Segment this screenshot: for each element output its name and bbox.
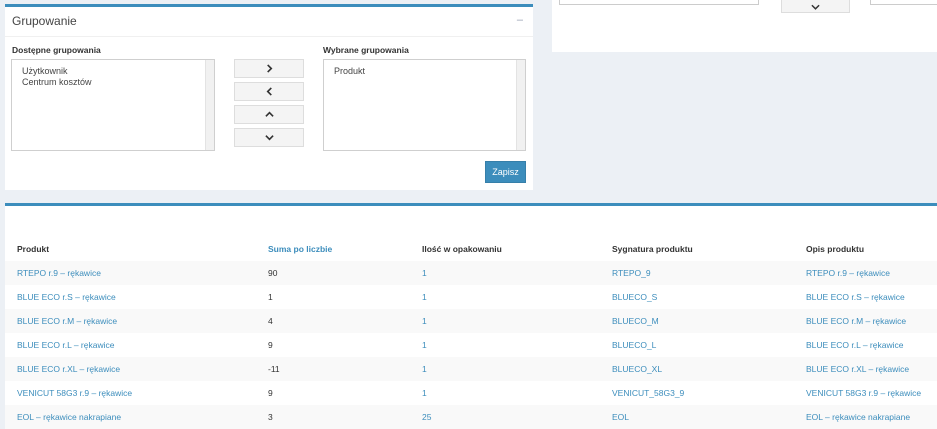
table-row: BLUE ECO r.XL – rękawice -11 1 BLUECO_XL… xyxy=(5,357,937,381)
available-groupings-label: Dostępne grupowania xyxy=(12,45,101,55)
results-table-panel: Produkt Suma po liczbie Ilość w opakowan… xyxy=(5,203,937,429)
sum-value: 4 xyxy=(268,316,273,326)
signature-link[interactable]: BLUECO_M xyxy=(612,316,659,326)
chevron-up-icon xyxy=(264,111,274,117)
column-header-sum[interactable]: Suma po liczbie xyxy=(268,244,332,254)
available-option-cost-center[interactable]: Centrum kosztów xyxy=(22,77,92,87)
description-link[interactable]: EOL – rękawice nakrapiane xyxy=(806,412,910,422)
filter-panel-partial xyxy=(552,0,937,52)
package-qty-link[interactable]: 1 xyxy=(422,316,427,326)
signature-link[interactable]: VENICUT_58G3_9 xyxy=(612,388,684,398)
grouping-title: Grupowanie xyxy=(12,14,77,28)
selected-option-product[interactable]: Produkt xyxy=(334,66,365,76)
sum-value: 1 xyxy=(268,292,273,302)
move-right-button[interactable] xyxy=(234,59,304,78)
product-link[interactable]: BLUE ECO r.L – rękawice xyxy=(17,340,114,350)
selected-groupings-label: Wybrane grupowania xyxy=(323,45,409,55)
column-header-package-qty: Ilość w opakowaniu xyxy=(422,244,502,254)
signature-link[interactable]: BLUECO_S xyxy=(612,292,657,302)
selected-groupings-list[interactable]: Produkt xyxy=(323,59,526,151)
table-row: BLUE ECO r.M – rękawice 4 1 BLUECO_M BLU… xyxy=(5,309,937,333)
available-option-user[interactable]: Użytkownik xyxy=(22,66,68,76)
package-qty-link[interactable]: 25 xyxy=(422,412,431,422)
table-row: BLUE ECO r.S – rękawice 1 1 BLUECO_S BLU… xyxy=(5,285,937,309)
selected-list-scrollbar[interactable] xyxy=(516,60,525,150)
chevron-right-icon xyxy=(266,64,272,73)
description-link[interactable]: VENICUT 58G3 r.9 – rękawice xyxy=(806,388,921,398)
move-down-button[interactable] xyxy=(234,128,304,147)
move-left-button[interactable] xyxy=(234,82,304,101)
filter-select-partial[interactable] xyxy=(559,0,759,5)
description-link[interactable]: BLUE ECO r.M – rękawice xyxy=(806,316,906,326)
product-link[interactable]: BLUE ECO r.S – rękawice xyxy=(17,292,116,302)
sum-value: 90 xyxy=(268,268,278,278)
sum-value: 9 xyxy=(268,388,273,398)
product-link[interactable]: BLUE ECO r.XL – rękawice xyxy=(17,364,120,374)
product-link[interactable]: EOL – rękawice nakrapiane xyxy=(17,412,121,422)
table-row: BLUE ECO r.L – rękawice 9 1 BLUECO_L BLU… xyxy=(5,333,937,357)
sum-value: 3 xyxy=(268,412,273,422)
table-row: VENICUT 58G3 r.9 – rękawice 9 1 VENICUT_… xyxy=(5,381,937,405)
package-qty-link[interactable]: 1 xyxy=(422,292,427,302)
signature-link[interactable]: BLUECO_XL xyxy=(612,364,662,374)
signature-link[interactable]: RTEPO_9 xyxy=(612,268,651,278)
description-link[interactable]: RTEPO r.9 – rękawice xyxy=(806,268,890,278)
column-header-signature: Sygnatura produktu xyxy=(612,244,693,254)
panel-divider xyxy=(5,36,533,37)
sum-value: -11 xyxy=(268,364,280,374)
grouping-panel: Grupowanie – Dostępne grupowania Użytkow… xyxy=(5,4,533,190)
table-row: RTEPO r.9 – rękawice 90 1 RTEPO_9 RTEPO … xyxy=(5,261,937,285)
description-link[interactable]: BLUE ECO r.S – rękawice xyxy=(806,292,905,302)
column-header-product: Produkt xyxy=(17,244,50,254)
signature-link[interactable]: EOL xyxy=(612,412,629,422)
available-list-scrollbar[interactable] xyxy=(205,60,214,150)
chevron-down-icon xyxy=(811,4,820,10)
signature-link[interactable]: BLUECO_L xyxy=(612,340,656,350)
package-qty-link[interactable]: 1 xyxy=(422,268,427,278)
available-groupings-list[interactable]: Użytkownik Centrum kosztów xyxy=(11,59,215,151)
product-link[interactable]: VENICUT 58G3 r.9 – rękawice xyxy=(17,388,132,398)
table-row: EOL – rękawice nakrapiane 3 25 EOL EOL –… xyxy=(5,405,937,429)
description-link[interactable]: BLUE ECO r.XL – rękawice xyxy=(806,364,909,374)
expand-button[interactable] xyxy=(781,0,850,13)
product-link[interactable]: BLUE ECO r.M – rękawice xyxy=(17,316,117,326)
product-link[interactable]: RTEPO r.9 – rękawice xyxy=(17,268,101,278)
description-link[interactable]: BLUE ECO r.L – rękawice xyxy=(806,340,903,350)
sum-value: 9 xyxy=(268,340,273,350)
package-qty-link[interactable]: 1 xyxy=(422,340,427,350)
package-qty-link[interactable]: 1 xyxy=(422,364,427,374)
package-qty-link[interactable]: 1 xyxy=(422,388,427,398)
collapse-icon[interactable]: – xyxy=(517,14,523,26)
column-header-description: Opis produktu xyxy=(806,244,865,254)
save-button[interactable]: Zapisz xyxy=(485,161,526,183)
chevron-down-icon xyxy=(264,135,274,141)
filter-field-partial[interactable] xyxy=(870,0,937,5)
move-up-button[interactable] xyxy=(234,105,304,124)
chevron-left-icon xyxy=(266,87,272,96)
